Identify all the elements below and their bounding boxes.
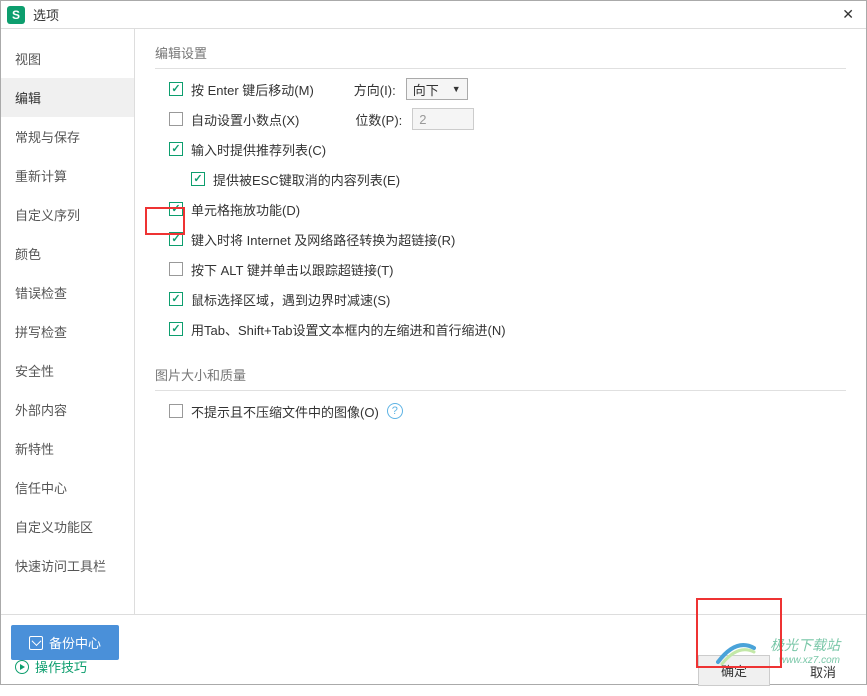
label-alt-click: 按下 ALT 键并单击以跟踪超链接(T) — [191, 260, 393, 279]
sidebar-item-view[interactable]: 视图 — [1, 39, 134, 78]
cancel-button[interactable]: 取消 — [800, 657, 846, 686]
backup-label: 备份中心 — [49, 633, 101, 652]
checkbox-alt-click[interactable] — [169, 262, 183, 276]
label-cell-drag: 单元格拖放功能(D) — [191, 200, 300, 219]
sidebar-item-security[interactable]: 安全性 — [1, 351, 134, 390]
row-enter-move: 按 Enter 键后移动(M) 方向(I): 向下 ▼ — [169, 77, 846, 101]
label-enter-move: 按 Enter 键后移动(M) — [191, 80, 314, 99]
row-tab-indent: 用Tab、Shift+Tab设置文本框内的左缩进和首行缩进(N) — [169, 317, 846, 341]
checkbox-no-compress[interactable] — [169, 404, 183, 418]
sidebar-item-spell-check[interactable]: 拼写检查 — [1, 312, 134, 351]
label-tab-indent: 用Tab、Shift+Tab设置文本框内的左缩进和首行缩进(N) — [191, 320, 506, 339]
sidebar-item-custom-seq[interactable]: 自定义序列 — [1, 195, 134, 234]
label-esc-cancel: 提供被ESC键取消的内容列表(E) — [213, 170, 400, 189]
footer: 备份中心 操作技巧 极光下载站 www.xz7.com 确定 取消 — [1, 614, 866, 684]
checkbox-cell-drag[interactable] — [169, 202, 183, 216]
checkbox-tab-indent[interactable] — [169, 322, 183, 336]
checkbox-auto-decimal[interactable] — [169, 112, 183, 126]
label-no-compress: 不提示且不压缩文件中的图像(O) — [191, 402, 379, 421]
sidebar-item-edit[interactable]: 编辑 — [1, 78, 134, 117]
window-title: 选项 — [33, 5, 836, 24]
row-alt-click: 按下 ALT 键并单击以跟踪超链接(T) — [169, 257, 846, 281]
dialog-body: 视图 编辑 常规与保存 重新计算 自定义序列 颜色 错误检查 拼写检查 安全性 … — [1, 29, 866, 614]
label-input-recommend: 输入时提供推荐列表(C) — [191, 140, 326, 159]
tips-link[interactable]: 操作技巧 — [15, 657, 87, 676]
backup-center-button[interactable]: 备份中心 — [11, 625, 119, 660]
section-edit-settings: 编辑设置 按 Enter 键后移动(M) 方向(I): 向下 ▼ 自动设置小数点… — [155, 43, 846, 341]
checkbox-esc-cancel[interactable] — [191, 172, 205, 186]
sidebar-item-trust-center[interactable]: 信任中心 — [1, 468, 134, 507]
tips-label: 操作技巧 — [35, 657, 87, 676]
play-icon — [15, 660, 29, 674]
app-icon: S — [7, 6, 25, 24]
action-buttons: 确定 取消 — [698, 615, 846, 696]
chevron-down-icon: ▼ — [452, 84, 461, 94]
checkbox-mouse-select[interactable] — [169, 292, 183, 306]
row-cell-drag: 单元格拖放功能(D) — [169, 197, 846, 221]
row-no-compress: 不提示且不压缩文件中的图像(O) ? — [169, 399, 846, 423]
sidebar-item-error-check[interactable]: 错误检查 — [1, 273, 134, 312]
sidebar-item-external[interactable]: 外部内容 — [1, 390, 134, 429]
label-internet-link: 键入时将 Internet 及网络路径转换为超链接(R) — [191, 230, 455, 249]
sidebar-item-color[interactable]: 颜色 — [1, 234, 134, 273]
sidebar-item-custom-ribbon[interactable]: 自定义功能区 — [1, 507, 134, 546]
input-digits[interactable]: 2 — [412, 108, 474, 130]
backup-icon — [29, 636, 43, 650]
sidebar: 视图 编辑 常规与保存 重新计算 自定义序列 颜色 错误检查 拼写检查 安全性 … — [1, 29, 135, 614]
options-dialog: S 选项 ✕ 视图 编辑 常规与保存 重新计算 自定义序列 颜色 错误检查 拼写… — [0, 0, 867, 685]
sidebar-item-general-save[interactable]: 常规与保存 — [1, 117, 134, 156]
help-icon[interactable]: ? — [387, 403, 403, 419]
select-direction-value: 向下 — [413, 80, 439, 99]
row-input-recommend: 输入时提供推荐列表(C) — [169, 137, 846, 161]
label-auto-decimal: 自动设置小数点(X) — [191, 110, 299, 129]
label-direction: 方向(I): — [354, 80, 396, 99]
row-esc-cancel: 提供被ESC键取消的内容列表(E) — [191, 167, 846, 191]
titlebar: S 选项 ✕ — [1, 1, 866, 29]
section-image-quality: 图片大小和质量 不提示且不压缩文件中的图像(O) ? — [155, 365, 846, 423]
label-mouse-select: 鼠标选择区域，遇到边界时减速(S) — [191, 290, 390, 309]
sidebar-item-recalc[interactable]: 重新计算 — [1, 156, 134, 195]
row-auto-decimal: 自动设置小数点(X) 位数(P): 2 — [169, 107, 846, 131]
sidebar-item-new-feature[interactable]: 新特性 — [1, 429, 134, 468]
footer-left: 备份中心 操作技巧 — [11, 615, 119, 660]
section-title-image: 图片大小和质量 — [155, 365, 846, 391]
section-title-edit: 编辑设置 — [155, 43, 846, 69]
label-digits: 位数(P): — [355, 110, 402, 129]
checkbox-internet-link[interactable] — [169, 232, 183, 246]
content-panel: 编辑设置 按 Enter 键后移动(M) 方向(I): 向下 ▼ 自动设置小数点… — [135, 29, 866, 614]
sidebar-item-quick-access[interactable]: 快速访问工具栏 — [1, 546, 134, 585]
ok-button[interactable]: 确定 — [698, 655, 770, 686]
row-internet-link: 键入时将 Internet 及网络路径转换为超链接(R) — [169, 227, 846, 251]
checkbox-input-recommend[interactable] — [169, 142, 183, 156]
checkbox-enter-move[interactable] — [169, 82, 183, 96]
close-button[interactable]: ✕ — [836, 6, 860, 23]
select-direction[interactable]: 向下 ▼ — [406, 78, 468, 100]
row-mouse-select: 鼠标选择区域，遇到边界时减速(S) — [169, 287, 846, 311]
